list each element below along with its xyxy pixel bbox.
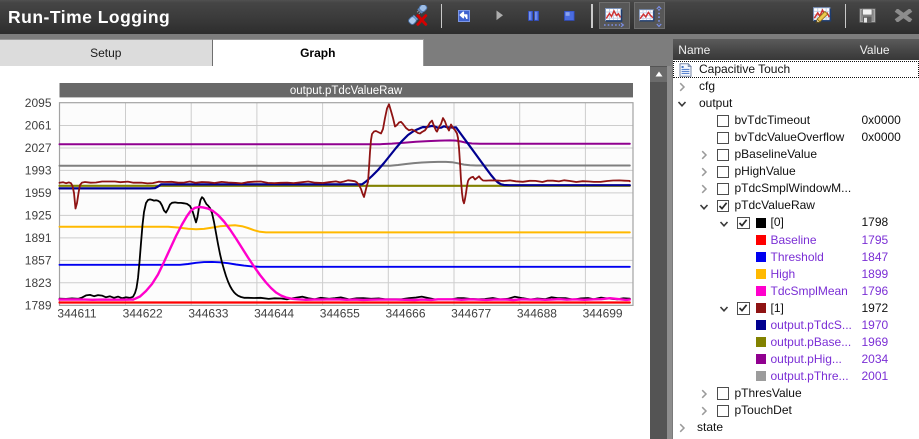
svg-text:2061: 2061 — [25, 119, 52, 133]
svg-text:1959: 1959 — [25, 186, 52, 200]
svg-text:344622: 344622 — [123, 307, 163, 321]
svg-text:344677: 344677 — [451, 307, 491, 321]
svg-text:344688: 344688 — [517, 307, 557, 321]
svg-text:344666: 344666 — [385, 307, 425, 321]
svg-text:1789: 1789 — [25, 299, 52, 313]
svg-text:344699: 344699 — [583, 307, 623, 321]
svg-text:2027: 2027 — [25, 141, 52, 155]
svg-text:1925: 1925 — [25, 209, 52, 223]
svg-text:2095: 2095 — [25, 96, 52, 110]
svg-text:344644: 344644 — [254, 307, 294, 321]
svg-text:344611: 344611 — [57, 307, 96, 321]
svg-text:344655: 344655 — [320, 307, 360, 321]
svg-text:output.pTdcValueRaw: output.pTdcValueRaw — [290, 85, 403, 97]
svg-text:1993: 1993 — [25, 164, 52, 178]
svg-text:1823: 1823 — [25, 276, 52, 290]
svg-text:1891: 1891 — [25, 231, 52, 245]
svg-text:344633: 344633 — [188, 307, 228, 321]
svg-text:1857: 1857 — [25, 254, 52, 268]
